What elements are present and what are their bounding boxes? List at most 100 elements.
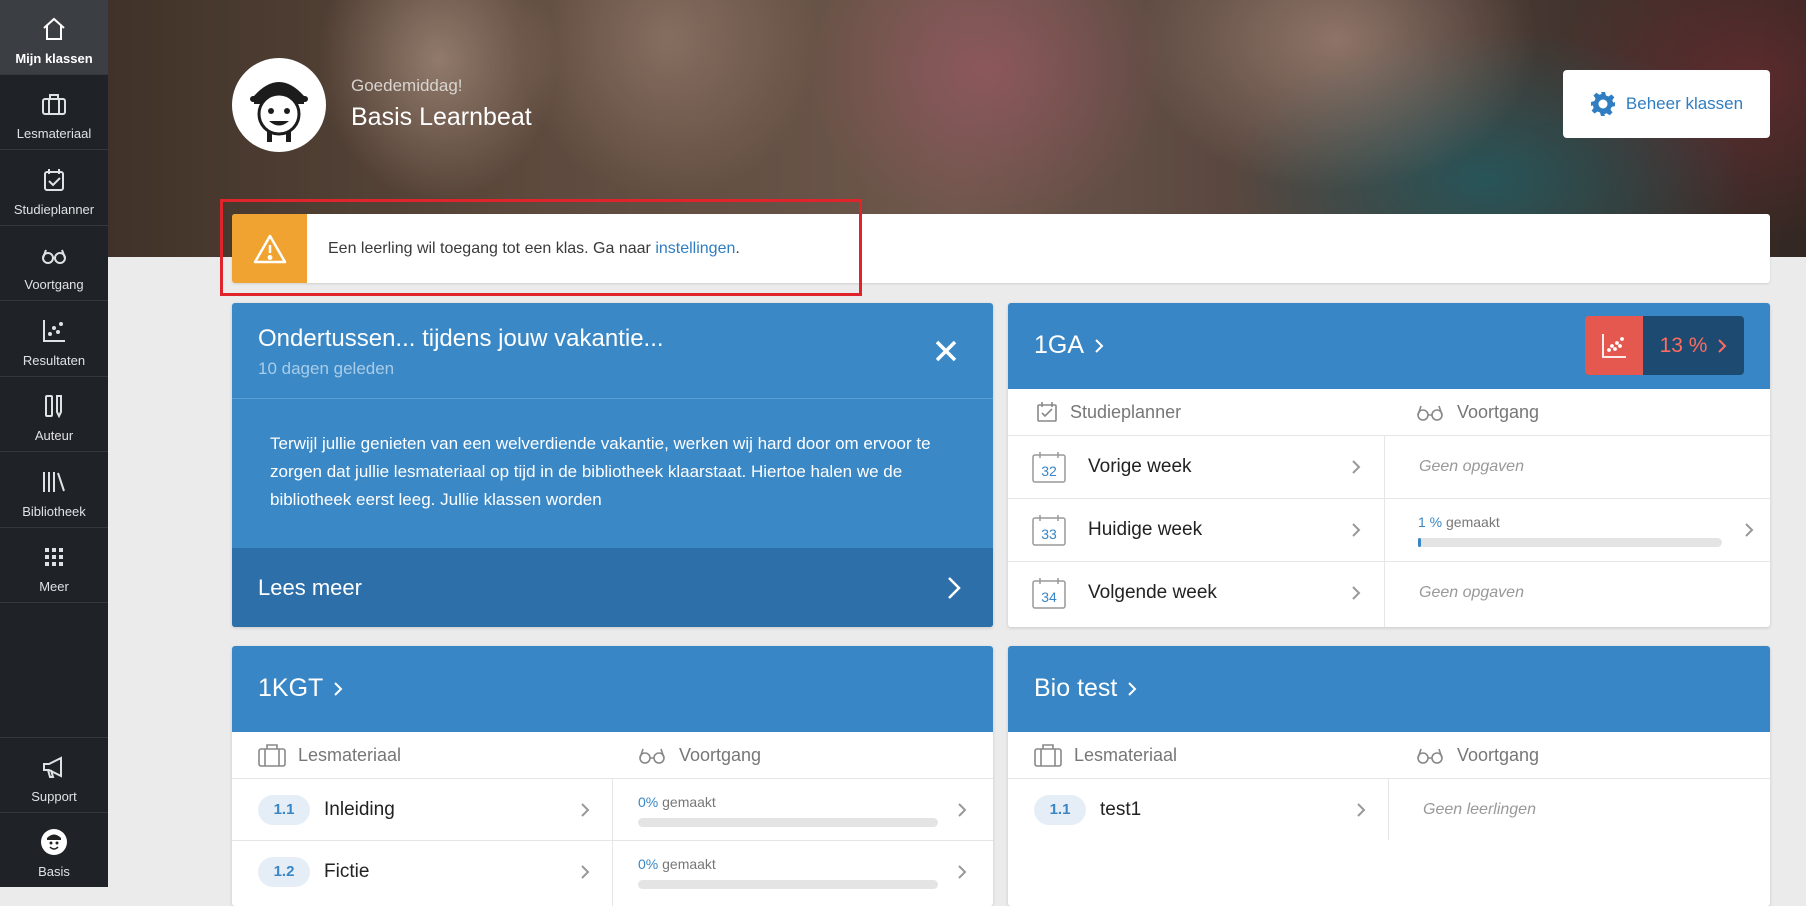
- progress-cell-link[interactable]: 0% gemaakt: [613, 840, 993, 903]
- manage-classes-button[interactable]: Beheer klassen: [1563, 70, 1770, 138]
- progress-cell-link[interactable]: 0% gemaakt: [613, 778, 993, 841]
- lesson-row[interactable]: 1.1 Inleiding: [232, 778, 612, 841]
- progress-percent: 0%: [638, 793, 659, 810]
- calendar-check-icon: [44, 169, 64, 191]
- settings-link[interactable]: instellingen: [655, 240, 735, 257]
- class-name: 1KGT: [258, 674, 324, 702]
- chevron-right-icon: [948, 577, 961, 599]
- sidebar-item-meer[interactable]: Meer: [0, 528, 108, 603]
- progress-bar: [638, 817, 938, 827]
- alert-text: Een leerling wil toegang tot een klas. G…: [328, 239, 656, 257]
- progress-suffix: gemaakt: [1446, 513, 1500, 530]
- class-body: Studieplanner Voortgang 32 Vorige week G…: [1008, 389, 1770, 627]
- avatar-icon: [41, 829, 67, 855]
- progress-fill: [1418, 537, 1422, 547]
- alert-message: Een leerling wil toegang tot een klas. G…: [328, 240, 740, 258]
- calendar-check-icon: [1037, 402, 1057, 422]
- progress-label: 1 % gemaakt: [1418, 514, 1722, 530]
- week-label: Volgende week: [1088, 582, 1217, 603]
- sidebar-item-lesmateriaal[interactable]: Lesmateriaal: [0, 75, 108, 150]
- col-voortgang: Voortgang: [637, 732, 761, 778]
- week-label: Vorige week: [1088, 456, 1192, 477]
- class-card-1kgt: 1KGT Lesmateriaal Voortgang 1.1 Inleidin…: [232, 646, 993, 906]
- chevron-right-icon: [334, 681, 343, 696]
- divider: [232, 398, 993, 399]
- progress-cell: Geen opgaven: [1385, 435, 1770, 498]
- author-icon: [45, 395, 62, 419]
- progress-label: 0% gemaakt: [638, 856, 938, 872]
- progress-block: 1 % gemaakt: [1418, 514, 1722, 547]
- class-title-link[interactable]: 1GA: [1034, 331, 1104, 360]
- lesson-row[interactable]: 1.1 test1: [1008, 778, 1388, 841]
- close-icon[interactable]: [934, 339, 958, 368]
- sidebar-item-studieplanner[interactable]: Studieplanner: [0, 151, 108, 226]
- chapter-badge: 1.1: [258, 795, 310, 825]
- progress-block: 0% gemaakt: [638, 856, 938, 889]
- briefcase-icon: [42, 94, 66, 115]
- sidebar-item-support[interactable]: Support: [0, 737, 108, 812]
- read-more-button[interactable]: Lees meer: [232, 548, 993, 627]
- greeting-text: Goedemiddag!: [351, 76, 463, 95]
- chevron-right-icon: [958, 803, 967, 817]
- user-name: Basis Learnbeat: [351, 103, 532, 131]
- sidebar-item-basis[interactable]: Basis: [0, 812, 108, 887]
- week-row-huidige[interactable]: 33 Huidige week: [1008, 498, 1384, 561]
- col-label: Voortgang: [679, 744, 762, 765]
- col-label: Voortgang: [1457, 401, 1540, 422]
- lesson-label: test1: [1100, 799, 1142, 820]
- avatar-icon: [250, 82, 308, 142]
- warning-icon: [232, 214, 307, 283]
- sidebar-item-label: Voortgang: [24, 277, 84, 292]
- chevron-right-icon: [581, 803, 590, 817]
- class-header: 1KGT: [232, 646, 993, 732]
- col-studieplanner: Studieplanner: [1036, 389, 1181, 435]
- week-number: 34: [1041, 589, 1057, 605]
- lesson-row[interactable]: 1.2 Fictie: [232, 840, 612, 903]
- sidebar-item-mijn-klassen[interactable]: Mijn klassen: [0, 0, 108, 75]
- sidebar-item-label: Mijn klassen: [15, 51, 93, 66]
- progress-cell-link[interactable]: 1 % gemaakt: [1385, 498, 1770, 561]
- progress-label: 0% gemaakt: [638, 794, 938, 810]
- calendar-icon: 32: [1032, 451, 1066, 483]
- megaphone-icon: [43, 756, 62, 778]
- class-body: Lesmateriaal Voortgang 1.1 test1 Geen le…: [1008, 732, 1770, 906]
- sidebar-item-voortgang[interactable]: Voortgang: [0, 226, 108, 301]
- user-avatar: [232, 58, 326, 152]
- week-row-vorige[interactable]: 32 Vorige week: [1008, 435, 1384, 498]
- sidebar: Mijn klassen Lesmateriaal Studieplanner …: [0, 0, 108, 887]
- class-title-link[interactable]: 1KGT: [258, 674, 343, 703]
- progress-cell: Geen opgaven: [1385, 561, 1770, 624]
- class-title-link[interactable]: Bio test: [1034, 674, 1137, 703]
- briefcase-icon: [258, 744, 286, 767]
- week-row-volgende[interactable]: 34 Volgende week: [1008, 561, 1384, 624]
- glasses-icon: [1417, 405, 1443, 421]
- score-text: 13 %: [1659, 333, 1708, 357]
- books-icon: [43, 472, 65, 492]
- chapter-badge: 1.1: [1034, 795, 1086, 825]
- scatter-chart-icon: [43, 320, 65, 342]
- chevron-right-icon: [581, 865, 590, 879]
- access-request-alert: Een leerling wil toegang tot een klas. G…: [232, 214, 1770, 283]
- week-number: 32: [1041, 463, 1057, 479]
- gear-icon: [1590, 92, 1615, 116]
- chevron-right-icon: [958, 865, 967, 879]
- sidebar-item-resultaten[interactable]: Resultaten: [0, 302, 108, 377]
- progress-suffix: gemaakt: [662, 855, 716, 872]
- progress-bar: [638, 879, 938, 889]
- class-body: Lesmateriaal Voortgang 1.1 Inleiding 0% …: [232, 732, 993, 906]
- score-value: 13 %: [1643, 316, 1744, 375]
- chevron-right-icon: [1352, 586, 1361, 600]
- sidebar-item-bibliotheek[interactable]: Bibliotheek: [0, 453, 108, 528]
- col-voortgang: Voortgang: [1415, 389, 1539, 435]
- results-score-button[interactable]: 13 %: [1585, 316, 1744, 375]
- class-name: Bio test: [1034, 674, 1118, 702]
- sidebar-item-label: Lesmateriaal: [16, 126, 92, 141]
- lesson-label: Fictie: [324, 861, 370, 882]
- glasses-icon: [639, 748, 665, 764]
- sidebar-item-auteur[interactable]: Auteur: [0, 377, 108, 452]
- news-body: Terwijl jullie genieten van een welverdi…: [270, 434, 931, 509]
- calendar-icon: 34: [1032, 577, 1066, 609]
- sidebar-item-label: Resultaten: [22, 353, 86, 368]
- sidebar-item-label: Basis: [38, 864, 70, 879]
- read-more-label: Lees meer: [258, 574, 362, 600]
